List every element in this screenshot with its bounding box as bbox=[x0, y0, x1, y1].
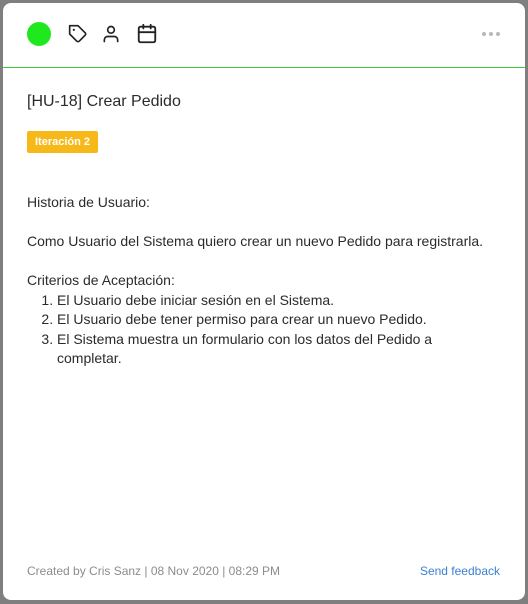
criteria-item: El Sistema muestra un formulario con los… bbox=[57, 330, 487, 369]
description-heading: Historia de Usuario: bbox=[27, 194, 150, 210]
send-feedback-link[interactable]: Send feedback bbox=[420, 564, 500, 578]
criteria-heading: Criterios de Aceptación: bbox=[27, 272, 175, 288]
story-card: [HU-18] Crear Pedido Iteración 2 Histori… bbox=[3, 3, 525, 600]
iteration-badge[interactable]: Iteración 2 bbox=[27, 131, 99, 153]
criteria-item: El Usuario debe iniciar sesión en el Sis… bbox=[57, 291, 487, 311]
card-toolbar bbox=[3, 3, 525, 68]
card-title[interactable]: [HU-18] Crear Pedido bbox=[27, 93, 181, 111]
user-story-text: Como Usuario del Sistema quiero crear un… bbox=[27, 233, 484, 249]
calendar-icon[interactable] bbox=[135, 22, 159, 46]
user-icon[interactable] bbox=[99, 22, 123, 46]
status-indicator[interactable] bbox=[27, 22, 51, 46]
acceptance-criteria-list: El Usuario debe iniciar sesión en el Sis… bbox=[27, 291, 487, 369]
criteria-item: El Usuario debe tener permiso para crear… bbox=[57, 310, 487, 330]
tag-icon[interactable] bbox=[66, 22, 90, 46]
card-description[interactable]: Historia de Usuario: Como Usuario del Si… bbox=[27, 193, 487, 369]
created-by-meta: Created by Cris Sanz | 08 Nov 2020 | 08:… bbox=[27, 564, 281, 578]
more-horizontal-icon[interactable] bbox=[479, 25, 503, 43]
